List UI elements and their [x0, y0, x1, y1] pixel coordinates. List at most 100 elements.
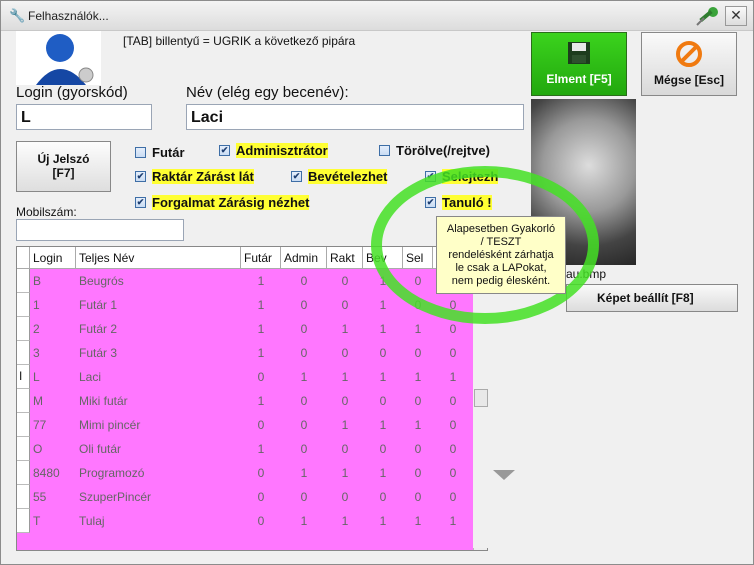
table-cell[interactable]: 1 — [363, 317, 403, 341]
table-cell[interactable]: 0 — [433, 437, 473, 461]
table-cell[interactable]: 0 — [281, 437, 327, 461]
table-cell[interactable]: 0 — [433, 389, 473, 413]
table-cell[interactable]: 1 — [433, 365, 473, 389]
checkbox-box[interactable] — [379, 144, 390, 156]
row-selector[interactable] — [17, 413, 30, 437]
table-cell[interactable]: 0 — [363, 389, 403, 413]
table-cell[interactable]: 0 — [403, 461, 433, 485]
row-selector[interactable] — [17, 269, 30, 293]
row-selector[interactable] — [17, 341, 30, 365]
table-cell[interactable]: 0 — [403, 341, 433, 365]
table-cell[interactable]: 0 — [433, 485, 473, 509]
name-input[interactable]: Laci — [186, 104, 524, 130]
table-cell[interactable]: 1 — [327, 365, 363, 389]
table-cell[interactable]: 0 — [327, 269, 363, 293]
save-button[interactable]: Elment [F5] — [531, 32, 627, 96]
table-cell[interactable]: 0 — [433, 341, 473, 365]
table-cell[interactable]: 0 — [281, 389, 327, 413]
column-header-warehouse[interactable]: Rakt — [327, 247, 363, 269]
table-cell[interactable]: 1 — [403, 317, 433, 341]
column-header-admin[interactable]: Admin — [281, 247, 327, 269]
table-cell[interactable]: 1 — [363, 461, 403, 485]
table-cell[interactable]: 0 — [241, 413, 281, 437]
table-cell[interactable]: 0 — [327, 485, 363, 509]
table-cell[interactable]: 0 — [403, 485, 433, 509]
checkbox-deleted[interactable]: Törölve(/rejtve) — [379, 141, 490, 159]
table-cell[interactable]: Mimi pincér — [76, 413, 241, 437]
table-cell[interactable]: 1 — [327, 317, 363, 341]
table-cell[interactable]: 0 — [327, 293, 363, 317]
table-cell[interactable]: 8480 — [30, 461, 76, 485]
table-cell[interactable]: 1 — [363, 413, 403, 437]
table-cell[interactable]: 0 — [363, 437, 403, 461]
table-cell[interactable]: L — [30, 365, 76, 389]
table-cell[interactable]: 1 — [403, 413, 433, 437]
column-header-courier[interactable]: Futár — [241, 247, 281, 269]
checkbox-courier[interactable]: Futár — [135, 143, 185, 161]
table-cell[interactable]: T — [30, 509, 76, 533]
column-header-login[interactable]: Login — [30, 247, 76, 269]
table-cell[interactable]: 0 — [281, 485, 327, 509]
table-cell[interactable]: Futár 3 — [76, 341, 241, 365]
table-cell[interactable]: 1 — [327, 461, 363, 485]
table-cell[interactable]: 1 — [241, 317, 281, 341]
table-cell[interactable]: Programozó — [76, 461, 241, 485]
table-cell[interactable]: 3 — [30, 341, 76, 365]
table-cell[interactable]: 1 — [403, 365, 433, 389]
row-selector[interactable] — [17, 293, 30, 317]
table-cell[interactable]: 1 — [281, 365, 327, 389]
table-cell[interactable]: 0 — [327, 341, 363, 365]
table-cell[interactable]: M — [30, 389, 76, 413]
row-selector[interactable] — [17, 509, 30, 533]
checkbox-receive-goods[interactable]: ✔ Bevételezhet — [291, 167, 388, 185]
table-cell[interactable]: 0 — [281, 293, 327, 317]
checkbox-warehouse-closing[interactable]: ✔ Raktár Zárást lát — [135, 167, 254, 185]
table-cell[interactable]: 0 — [363, 485, 403, 509]
close-button[interactable]: ✕ — [725, 6, 747, 26]
table-cell[interactable]: Futár 2 — [76, 317, 241, 341]
cancel-button[interactable]: Mégse [Esc] — [641, 32, 737, 96]
table-cell[interactable]: 1 — [30, 293, 76, 317]
scroll-down-arrow-icon[interactable] — [493, 470, 515, 480]
mobile-input[interactable] — [16, 219, 184, 241]
table-cell[interactable]: 1 — [281, 509, 327, 533]
table-cell[interactable]: 0 — [241, 485, 281, 509]
login-input[interactable]: L — [16, 104, 152, 130]
table-cell[interactable]: B — [30, 269, 76, 293]
table-cell[interactable]: 1 — [433, 509, 473, 533]
table-cell[interactable]: 2 — [30, 317, 76, 341]
row-selector[interactable] — [17, 461, 30, 485]
table-cell[interactable]: 0 — [241, 365, 281, 389]
table-cell[interactable]: 77 — [30, 413, 76, 437]
table-cell[interactable]: 1 — [241, 293, 281, 317]
column-header-full-name[interactable]: Teljes Név — [76, 247, 241, 269]
checkbox-administrator[interactable]: ✔ Adminisztrátor — [219, 141, 328, 159]
table-cell[interactable]: 1 — [241, 389, 281, 413]
table-cell[interactable]: Oli futár — [76, 437, 241, 461]
scroll-thumb[interactable] — [474, 389, 488, 407]
table-cell[interactable]: O — [30, 437, 76, 461]
table-cell[interactable]: 1 — [363, 365, 403, 389]
table-cell[interactable]: 55 — [30, 485, 76, 509]
table-cell[interactable]: 1 — [327, 509, 363, 533]
table-cell[interactable]: Beugrós — [76, 269, 241, 293]
table-cell[interactable]: 0 — [281, 269, 327, 293]
table-cell[interactable]: 1 — [327, 413, 363, 437]
checkbox-box[interactable] — [135, 146, 146, 158]
table-cell[interactable]: 0 — [363, 341, 403, 365]
table-cell[interactable]: SzuperPincér — [76, 485, 241, 509]
table-cell[interactable]: Laci — [76, 365, 241, 389]
table-cell[interactable]: 0 — [281, 341, 327, 365]
table-cell[interactable]: 0 — [433, 461, 473, 485]
row-selector[interactable] — [17, 389, 30, 413]
row-selector[interactable]: I — [17, 365, 30, 389]
pin-icon[interactable] — [693, 4, 723, 28]
table-cell[interactable]: 0 — [403, 389, 433, 413]
row-selector[interactable] — [17, 485, 30, 509]
table-cell[interactable]: Miki futár — [76, 389, 241, 413]
table-cell[interactable]: 1 — [403, 509, 433, 533]
checkbox-box[interactable]: ✔ — [135, 196, 146, 208]
table-cell[interactable]: 0 — [241, 509, 281, 533]
table-cell[interactable]: 1 — [363, 293, 403, 317]
table-cell[interactable]: 0 — [241, 461, 281, 485]
